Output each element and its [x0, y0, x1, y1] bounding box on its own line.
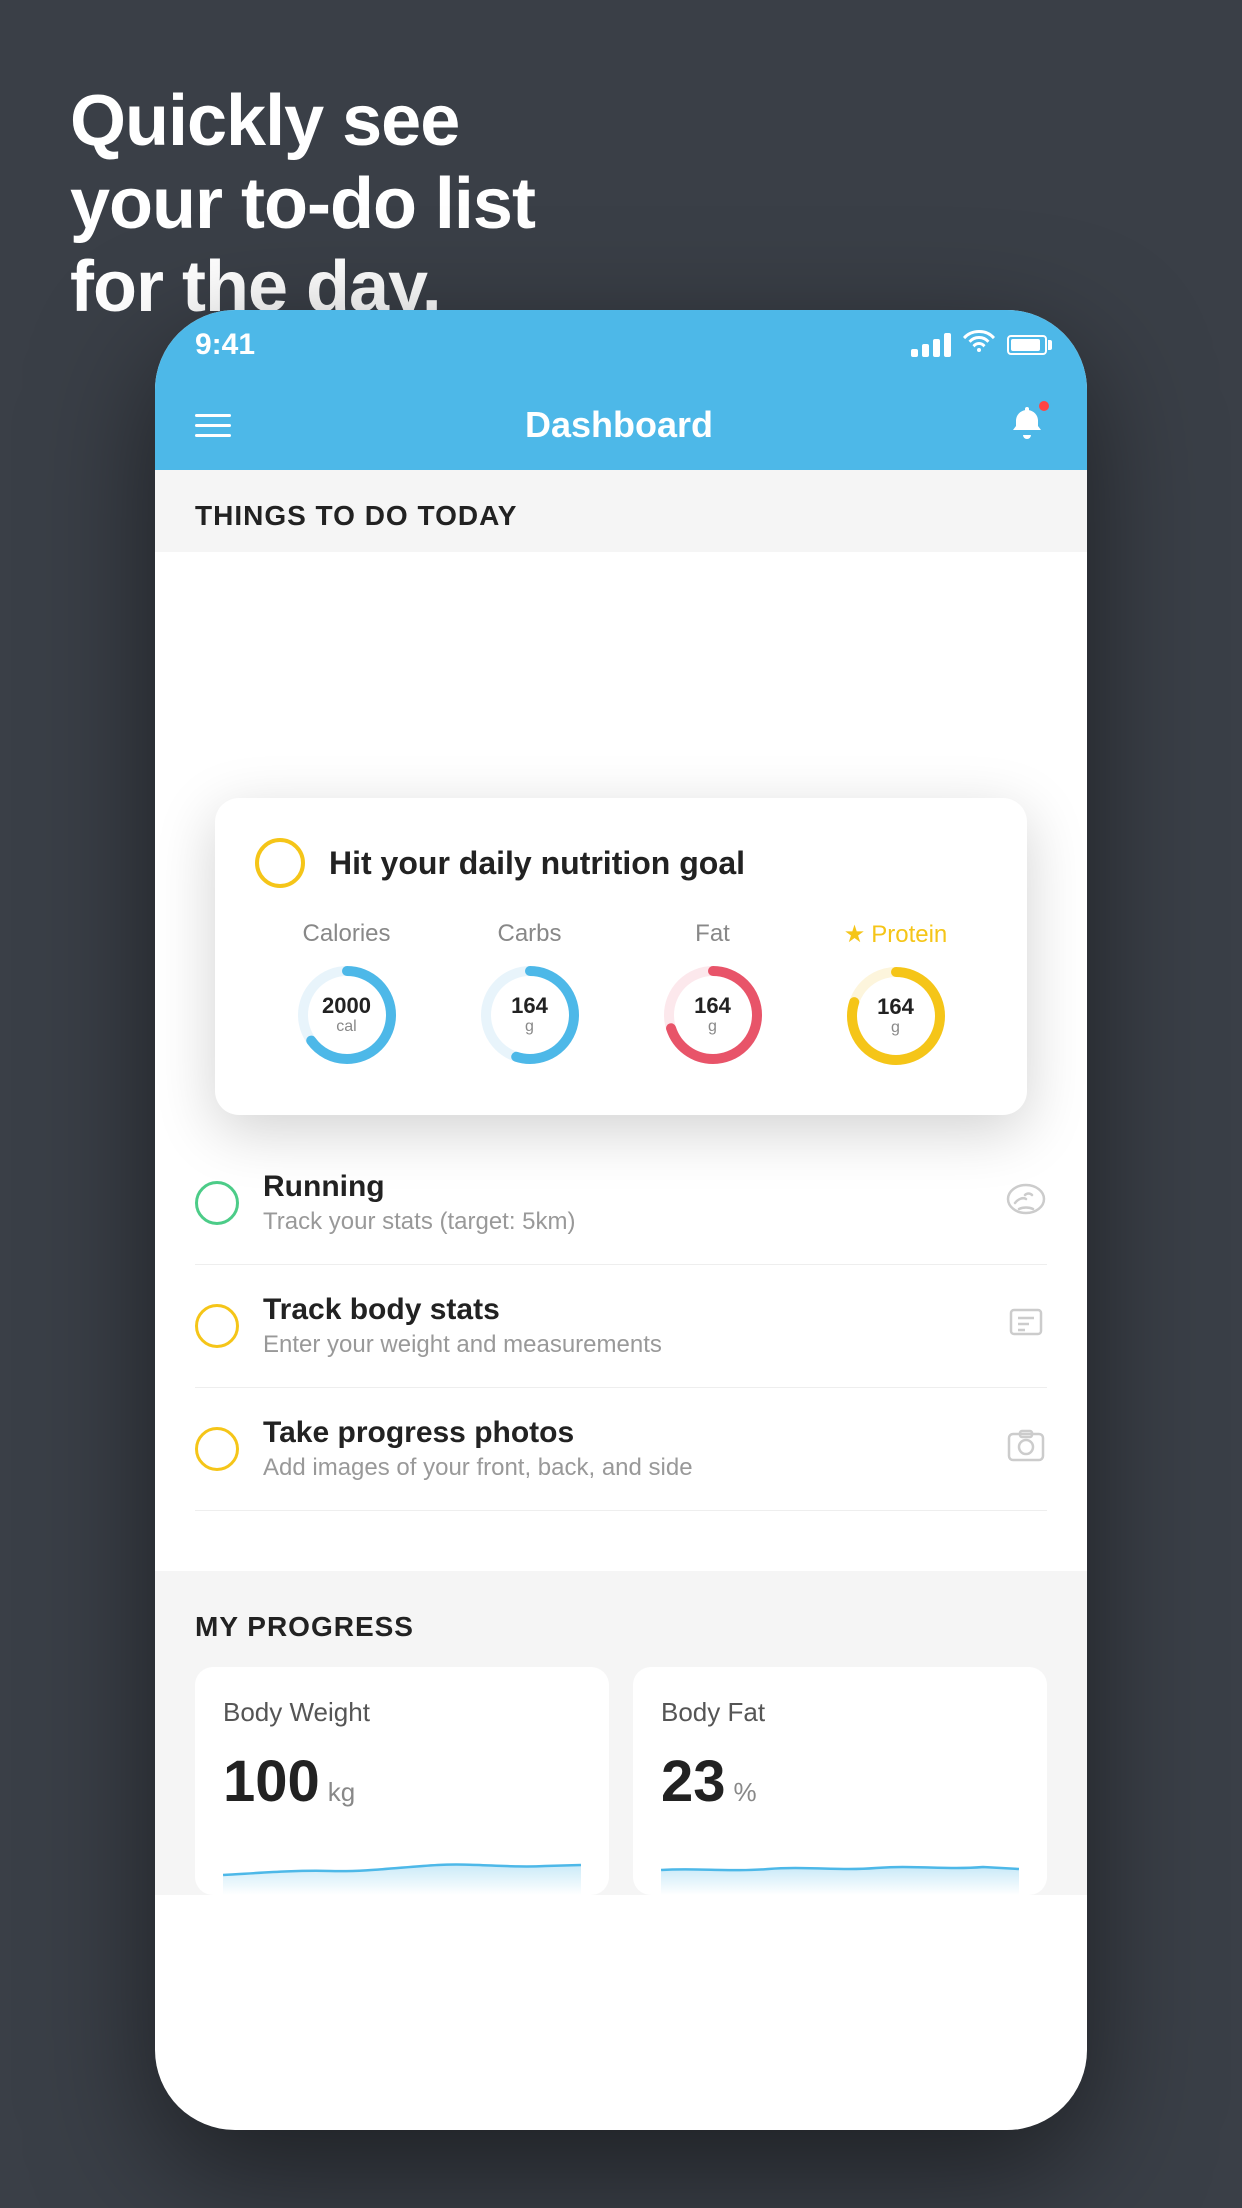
- nutrition-card-header: Hit your daily nutrition goal: [255, 838, 987, 888]
- body-fat-chart: [661, 1835, 1019, 1895]
- calories-donut: 2000 cal: [292, 960, 402, 1070]
- todo-item-photos[interactable]: Take progress photos Add images of your …: [195, 1388, 1047, 1511]
- notification-button[interactable]: [1007, 403, 1047, 448]
- body-weight-unit: kg: [328, 1777, 355, 1808]
- notification-badge: [1037, 399, 1051, 413]
- progress-section: MY PROGRESS Body Weight 100 kg: [155, 1571, 1087, 1895]
- progress-section-label: MY PROGRESS: [195, 1611, 1047, 1643]
- todo-sub-bodystats: Enter your weight and measurements: [263, 1331, 989, 1359]
- body-fat-value-wrap: 23 %: [661, 1748, 1019, 1815]
- body-weight-card: Body Weight 100 kg: [195, 1667, 609, 1895]
- stat-protein: ★ Protein 164 g: [841, 920, 951, 1071]
- stat-fat: Fat 164 g: [658, 920, 768, 1070]
- fat-donut: 164 g: [658, 960, 768, 1070]
- todo-text-photos: Take progress photos Add images of your …: [263, 1416, 989, 1482]
- fat-unit: g: [694, 1018, 731, 1036]
- stat-calories: Calories 2000 cal: [292, 920, 402, 1070]
- todo-title-bodystats: Track body stats: [263, 1293, 989, 1327]
- menu-button[interactable]: [195, 414, 231, 437]
- body-fat-card: Body Fat 23 %: [633, 1667, 1047, 1895]
- todo-text-running: Running Track your stats (target: 5km): [263, 1170, 989, 1236]
- running-icon: [1005, 1181, 1047, 1225]
- wifi-icon: [963, 329, 995, 361]
- section-today-label: THINGS TO DO TODAY: [155, 470, 1087, 552]
- todo-sub-photos: Add images of your front, back, and side: [263, 1454, 989, 1482]
- photos-icon: [1005, 1427, 1047, 1471]
- phone-frame: 9:41 Dashboard: [155, 310, 1087, 2130]
- todo-checkbox-running[interactable]: [195, 1181, 239, 1225]
- todo-title-photos: Take progress photos: [263, 1416, 989, 1450]
- protein-label: ★ Protein: [844, 920, 948, 949]
- protein-donut: 164 g: [841, 961, 951, 1071]
- calories-unit: cal: [322, 1018, 371, 1036]
- app-header: Dashboard: [155, 380, 1087, 470]
- nutrition-title: Hit your daily nutrition goal: [329, 845, 745, 882]
- todo-checkbox-photos[interactable]: [195, 1427, 239, 1471]
- carbs-label: Carbs: [497, 920, 561, 948]
- bodystats-icon: [1005, 1304, 1047, 1348]
- signal-icon: [911, 333, 951, 357]
- header-title: Dashboard: [525, 404, 713, 446]
- carbs-unit: g: [511, 1018, 548, 1036]
- carbs-donut: 164 g: [475, 960, 585, 1070]
- nutrition-stats: Calories 2000 cal Carbs: [255, 920, 987, 1071]
- carbs-value: 164: [511, 994, 548, 1018]
- body-fat-title: Body Fat: [661, 1697, 1019, 1728]
- todo-item-running[interactable]: Running Track your stats (target: 5km): [195, 1142, 1047, 1265]
- protein-value: 164: [877, 995, 914, 1019]
- status-right: [911, 329, 1047, 361]
- todo-item-bodystats[interactable]: Track body stats Enter your weight and m…: [195, 1265, 1047, 1388]
- calories-label: Calories: [302, 920, 390, 948]
- status-bar: 9:41: [155, 310, 1087, 380]
- stat-carbs: Carbs 164 g: [475, 920, 585, 1070]
- status-time: 9:41: [195, 328, 255, 362]
- todo-sub-running: Track your stats (target: 5km): [263, 1208, 989, 1236]
- body-fat-unit: %: [734, 1777, 757, 1808]
- body-weight-value-wrap: 100 kg: [223, 1748, 581, 1815]
- todo-checkbox-bodystats[interactable]: [195, 1304, 239, 1348]
- todo-text-bodystats: Track body stats Enter your weight and m…: [263, 1293, 989, 1359]
- body-weight-number: 100: [223, 1748, 320, 1815]
- fat-label: Fat: [695, 920, 730, 948]
- battery-icon: [1007, 335, 1047, 355]
- fat-value: 164: [694, 994, 731, 1018]
- protein-unit: g: [877, 1019, 914, 1037]
- star-icon: ★: [844, 920, 866, 949]
- todo-list: Running Track your stats (target: 5km) T…: [155, 1142, 1087, 1511]
- calories-value: 2000: [322, 994, 371, 1018]
- body-weight-title: Body Weight: [223, 1697, 581, 1728]
- body-weight-chart: [223, 1835, 581, 1895]
- progress-cards: Body Weight 100 kg: [195, 1667, 1047, 1895]
- nutrition-card: Hit your daily nutrition goal Calories 2…: [215, 798, 1027, 1115]
- todo-title-running: Running: [263, 1170, 989, 1204]
- nutrition-checkbox[interactable]: [255, 838, 305, 888]
- hero-text: Quickly see your to-do list for the day.: [70, 80, 535, 328]
- body-fat-number: 23: [661, 1748, 726, 1815]
